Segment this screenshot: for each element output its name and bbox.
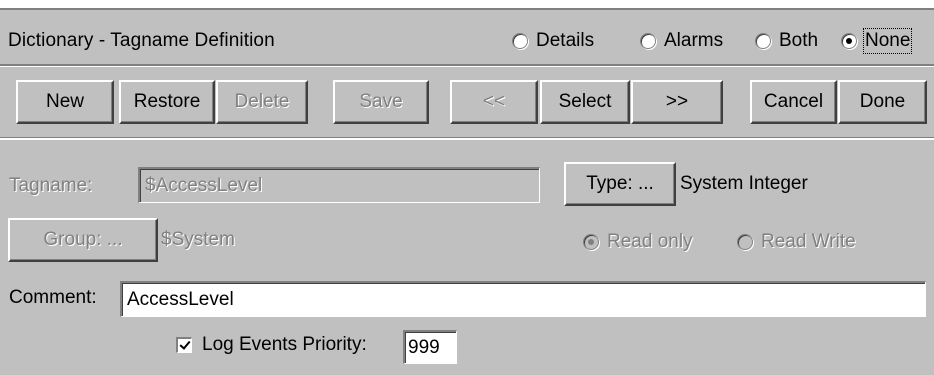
cancel-button-label: Cancel	[763, 91, 824, 112]
delete-button[interactable]: Delete	[216, 80, 308, 124]
group-value: $System	[161, 229, 235, 250]
radio-details-indicator[interactable]	[512, 33, 528, 49]
comment-value: AccessLevel	[127, 288, 234, 310]
save-button-label: Save	[359, 91, 403, 112]
radio-details-label: Details	[536, 30, 595, 51]
tagname-label: Tagname:	[9, 175, 93, 196]
radio-alarms-label: Alarms	[664, 30, 724, 51]
radio-read-write[interactable]: Read Write	[737, 227, 856, 257]
save-button[interactable]: Save	[333, 80, 429, 124]
type-button-label: Type: ...	[586, 173, 654, 194]
comment-label: Comment:	[9, 287, 97, 308]
radio-none-label: None	[862, 28, 913, 54]
radio-none[interactable]: None	[841, 26, 913, 56]
new-button[interactable]: New	[16, 80, 114, 124]
radio-read-only-indicator[interactable]	[583, 234, 599, 250]
window-title: Dictionary - Tagname Definition	[8, 30, 275, 51]
window-top-shadow	[0, 8, 934, 10]
done-button[interactable]: Done	[838, 80, 927, 124]
type-value: System Integer	[680, 173, 808, 194]
radio-details[interactable]: Details	[512, 26, 594, 56]
new-button-label: New	[45, 91, 84, 112]
priority-field[interactable]: 999	[403, 330, 457, 364]
tagname-value: $AccessLevel	[145, 174, 263, 196]
cancel-button[interactable]: Cancel	[750, 80, 837, 124]
radio-none-indicator[interactable]	[841, 33, 857, 49]
tagname-field[interactable]: $AccessLevel	[138, 167, 540, 203]
select-button-label: Select	[558, 91, 612, 112]
comment-field[interactable]: AccessLevel	[120, 281, 926, 317]
radio-both-label: Both	[779, 30, 819, 51]
next-button[interactable]: >>	[631, 80, 723, 124]
log-events-label: Log Events Priority:	[202, 334, 367, 355]
restore-button[interactable]: Restore	[119, 80, 215, 124]
group-button-label: Group: ...	[43, 229, 123, 250]
radio-alarms-indicator[interactable]	[640, 33, 656, 49]
log-events-checkbox[interactable]	[176, 337, 192, 353]
priority-value: 999	[408, 336, 440, 358]
previous-button[interactable]: <<	[450, 80, 538, 124]
radio-both[interactable]: Both	[755, 26, 818, 56]
radio-read-write-label: Read Write	[761, 231, 856, 252]
radio-read-write-indicator[interactable]	[737, 234, 753, 250]
radio-alarms[interactable]: Alarms	[640, 26, 723, 56]
select-button[interactable]: Select	[540, 80, 630, 124]
next-button-label: >>	[665, 91, 689, 112]
group-button[interactable]: Group: ...	[8, 218, 158, 262]
restore-button-label: Restore	[133, 91, 201, 112]
radio-read-only-label: Read only	[607, 231, 693, 252]
type-button[interactable]: Type: ...	[564, 162, 676, 206]
previous-button-label: <<	[482, 91, 506, 112]
window-top-edge	[0, 0, 934, 8]
delete-button-label: Delete	[234, 91, 290, 112]
log-events-row: Log Events Priority:	[176, 334, 367, 356]
done-button-label: Done	[859, 91, 906, 112]
radio-both-indicator[interactable]	[755, 33, 771, 49]
radio-read-only[interactable]: Read only	[583, 227, 693, 257]
